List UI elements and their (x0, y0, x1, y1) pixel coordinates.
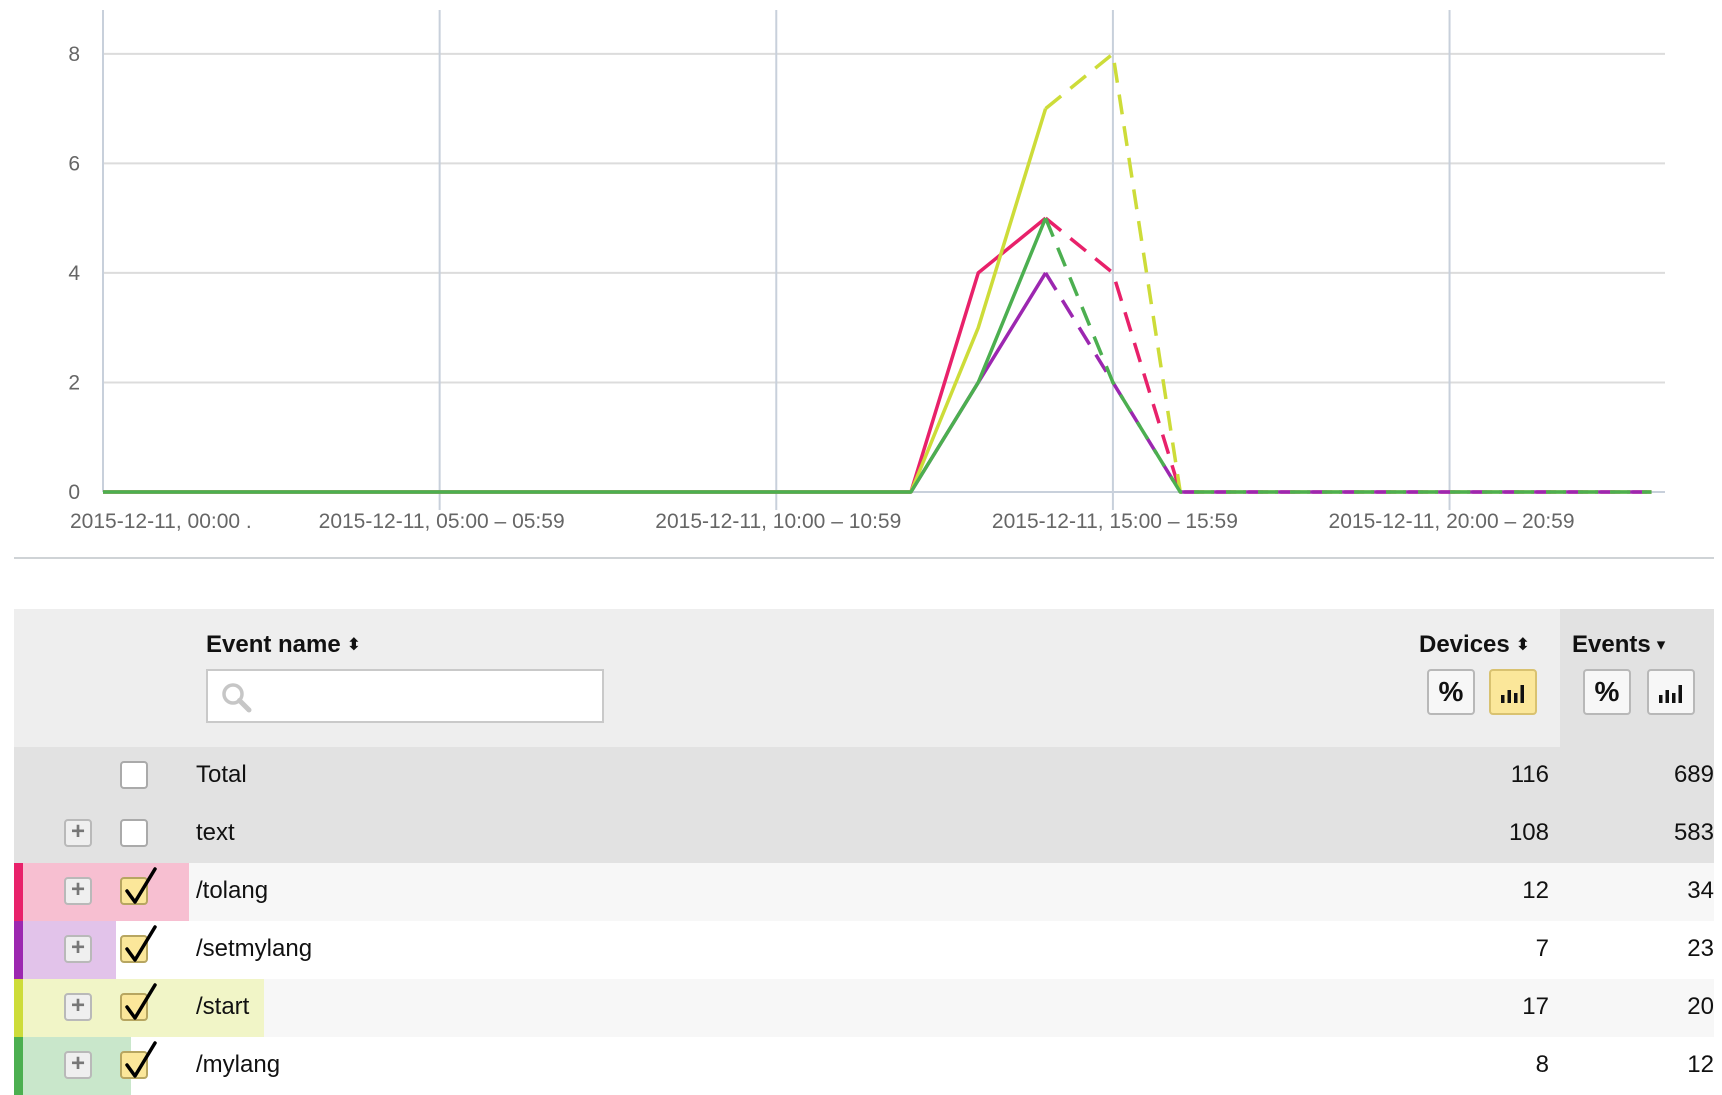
event-name-cell: /tolang (196, 877, 269, 904)
events-line-chart: 0 2 4 6 8 2015-12-11, 00:00 . 2015-12-11, 05:0… (0, 0, 1722, 560)
events-header-label: Events (1572, 631, 1651, 658)
events-cell: 20 (1687, 993, 1714, 1020)
expand-plus-icon[interactable]: + (64, 993, 92, 1021)
events-percent-button[interactable]: % (1583, 669, 1631, 715)
event-name-header[interactable]: Event name ⬍ (206, 631, 361, 659)
event-name-cell: text (196, 819, 235, 846)
chart-svg: 0 2 4 6 8 2015-12-11, 00:00 . 2015-12-11, 05:0… (68, 10, 1665, 533)
event-name-cell: /mylang (196, 1051, 281, 1078)
y-tick-label: 6 (68, 152, 80, 175)
checkmark-icon (125, 925, 157, 962)
devices-cell: 17 (1522, 993, 1549, 1020)
series-color-stripe (14, 863, 23, 921)
series-color-stripe (14, 1037, 23, 1095)
checkmark-icon (125, 867, 157, 904)
y-tick-label: 8 (68, 43, 80, 66)
search-input[interactable] (258, 671, 592, 723)
series-line-solid (103, 108, 1048, 494)
table-row[interactable]: + /setmylang 7 23 (14, 921, 1714, 979)
series-line-solid (103, 217, 1048, 494)
y-tick-label: 0 (68, 481, 80, 504)
bar-chart-icon (1501, 685, 1524, 703)
chart-divider (14, 557, 1714, 559)
row-checkbox[interactable] (120, 983, 157, 1021)
y-tick-label: 2 (68, 371, 80, 394)
event-name-cell: /setmylang (196, 935, 313, 962)
devices-percent-button[interactable]: % (1427, 669, 1475, 715)
checkmark-icon (125, 983, 157, 1020)
devices-cell: 108 (1508, 819, 1549, 846)
expand-plus-icon[interactable]: + (64, 819, 92, 847)
checkmark-icon (125, 1041, 157, 1078)
expand-plus-icon[interactable]: + (64, 877, 92, 905)
row-checkbox[interactable] (120, 819, 148, 847)
x-tick-label: 2015-12-11, 20:00 – 20:59 (1329, 510, 1575, 533)
percent-icon: % (1594, 676, 1620, 707)
events-header[interactable]: Events ▾ (1572, 631, 1665, 659)
series-line-solid (103, 216, 1047, 494)
table-row[interactable]: + /mylang 8 12 (14, 1037, 1714, 1095)
row-checkbox[interactable] (120, 1041, 157, 1079)
devices-absolute-button[interactable] (1489, 669, 1537, 715)
x-tick-label: 2015-12-11, 15:00 – 15:59 (992, 510, 1238, 533)
series-color-stripe (14, 979, 23, 1037)
table-header: Event name ⬍ Devices ⬍ % Events ▾ % (14, 609, 1714, 747)
x-tick-label: 2015-12-11, 05:00 – 05:59 (319, 510, 565, 533)
devices-header-label: Devices (1419, 631, 1510, 658)
table-row[interactable]: + /tolang 12 34 (14, 863, 1714, 921)
table-row[interactable]: + text 108 583 (14, 805, 1714, 863)
sort-icon: ⬍ (346, 635, 361, 654)
sort-icon: ⬍ (1515, 635, 1530, 654)
x-tick-label: 2015-12-11, 10:00 – 10:59 (655, 510, 901, 533)
expand-plus-icon[interactable]: + (64, 935, 92, 963)
devices-cell: 116 (1510, 761, 1549, 788)
devices-cell: 8 (1535, 1051, 1549, 1078)
table-row[interactable]: + /start 17 20 (14, 979, 1714, 1037)
events-cell: 583 (1673, 819, 1714, 846)
event-name-cell: /start (196, 993, 250, 1020)
series-color-stripe (14, 921, 23, 979)
table-row[interactable]: Total 116 689 (14, 747, 1714, 805)
bar-chart-icon (1659, 685, 1682, 703)
events-cell: 689 (1673, 761, 1714, 788)
event-name-header-label: Event name (206, 631, 341, 658)
series-line-dashed (1044, 216, 1652, 494)
devices-header[interactable]: Devices ⬍ (1419, 631, 1530, 659)
devices-cell: 12 (1522, 877, 1549, 904)
x-tick-label: 2015-12-11, 00:00 . (70, 510, 252, 533)
row-checkbox[interactable] (120, 925, 157, 963)
search-icon (222, 683, 252, 713)
sort-desc-icon: ▾ (1656, 635, 1666, 654)
row-checkbox[interactable] (120, 761, 148, 789)
events-table: Event name ⬍ Devices ⬍ % Events ▾ % Tota… (14, 609, 1714, 1095)
events-cell: 23 (1687, 935, 1714, 962)
events-absolute-button[interactable] (1647, 669, 1695, 715)
row-checkbox[interactable] (120, 867, 157, 905)
row-share-bar (14, 863, 189, 921)
event-search-box[interactable] (206, 669, 604, 723)
y-tick-label: 4 (68, 262, 80, 285)
event-name-cell: Total (196, 761, 247, 788)
events-cell: 12 (1687, 1051, 1714, 1078)
events-cell: 34 (1687, 877, 1714, 904)
table-body: Total 116 689 + text 108 583 + /tolang 12 34 + /setm… (14, 747, 1714, 1095)
expand-plus-icon[interactable]: + (64, 1051, 92, 1079)
devices-cell: 7 (1535, 935, 1549, 962)
percent-icon: % (1438, 676, 1464, 707)
